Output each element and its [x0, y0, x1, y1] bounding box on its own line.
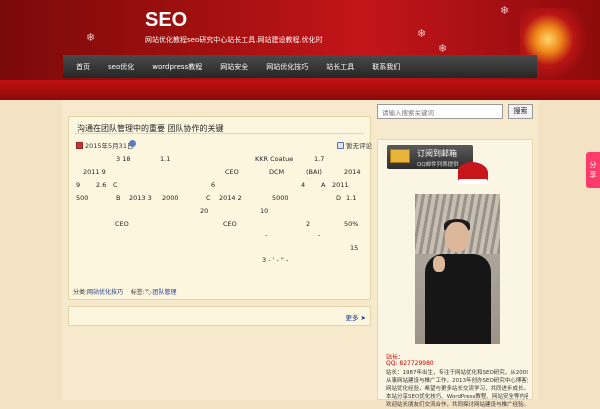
- nav-item-security[interactable]: 网站安全: [211, 62, 257, 72]
- post-body-text: 3 - ' - " -: [262, 256, 289, 264]
- tag-link[interactable]: 团队管理: [152, 289, 176, 296]
- post-body-text: 2.6: [96, 181, 107, 189]
- post-body-text: 2011: [332, 181, 349, 189]
- author-photo: [415, 194, 500, 344]
- header-bottom-bar: [0, 80, 600, 100]
- post-body-text: KKR Coatue: [255, 155, 294, 163]
- post-body-text: CEO: [223, 220, 237, 228]
- post-body-text: DCM: [269, 168, 285, 176]
- nav-item-home[interactable]: 首页: [67, 62, 99, 72]
- main-nav: 首页 seo优化 wordpress教程 网站安全 网站优化技巧 站长工具 联系…: [63, 55, 537, 78]
- post-body-text: 2014 2: [219, 194, 242, 202]
- post-body-text: 4: [301, 181, 306, 189]
- nav-item-wordpress[interactable]: wordpress教程: [143, 62, 211, 72]
- site-description: 网站优化教程seo研究中心站长工具.网站建设教程.优化时: [145, 36, 323, 44]
- comment-icon: [337, 142, 344, 149]
- comments-label[interactable]: 暂无评论: [346, 142, 372, 150]
- photo-hand: [433, 256, 445, 272]
- subscribe-subtitle: QQ邮件列表提供: [417, 162, 459, 168]
- nav-item-tools[interactable]: 站长工具: [317, 62, 363, 72]
- post-body-text: 2: [306, 220, 311, 228]
- more-link[interactable]: 更多 ➤: [345, 312, 366, 322]
- post-body-text: CEO: [225, 168, 239, 176]
- post-footer: 分类:网站优化技巧 标签:🏷团队管理: [73, 287, 176, 296]
- post-body-text: 20: [200, 207, 209, 215]
- site-title[interactable]: SEO: [145, 9, 187, 32]
- share-label: 享: [589, 171, 597, 179]
- pagination-bar: 更多 ➤: [68, 306, 371, 326]
- post-body-text: D: [336, 194, 342, 202]
- post-body-text: (BAI): [306, 168, 322, 176]
- post-body-text: 1.1: [160, 155, 171, 163]
- bio-line: 网站优化经验，希望与更多站长交流学习，共同进步成长。: [386, 386, 528, 392]
- calendar-icon: [76, 142, 83, 149]
- post-comments[interactable]: 暂无评论: [337, 140, 372, 150]
- nav-item-seo[interactable]: seo优化: [99, 62, 143, 72]
- post-author: [129, 140, 138, 148]
- divider: [75, 133, 364, 134]
- snowflake-icon: ❄: [417, 27, 427, 40]
- bio-line: 站长：1987年出生，专注于网站优化和SEO研究，从2009年开始: [386, 370, 528, 376]
- user-icon: [129, 140, 136, 147]
- post-body-text: 15: [350, 244, 359, 252]
- post-card: 沟通在团队管理中的重要 团队协作的关键 2015年5月31日 暂无评论 3 18…: [68, 116, 372, 300]
- category-label: 分类:: [73, 289, 88, 296]
- post-body-text: 1.7: [314, 155, 325, 163]
- subscribe-title[interactable]: 订阅到邮箱: [417, 148, 457, 159]
- envelope-icon: [390, 149, 410, 163]
- post-body-text: A: [321, 181, 326, 189]
- post-date: 2015年5月31日: [76, 140, 133, 150]
- photo-head: [445, 222, 469, 252]
- post-body-text: 1.1: [346, 194, 357, 202]
- tag-label: 标签:: [130, 289, 145, 296]
- bio-line: 从事网站建设与推广工作，2013年创办SEO研究中心博客分享: [386, 378, 528, 384]
- post-body-text: C: [206, 194, 211, 202]
- post-body-text: B: [116, 194, 121, 202]
- share-label: 分: [589, 161, 597, 169]
- post-body-text: -: [318, 231, 321, 239]
- snowflake-icon: ❄: [500, 4, 510, 17]
- post-body-text: 5000: [272, 194, 289, 202]
- post-body-text: CEO: [115, 220, 129, 228]
- snowflake-icon: ❄: [438, 42, 448, 55]
- post-body-text: 2000: [162, 194, 179, 202]
- search-button[interactable]: 搜索: [508, 104, 533, 119]
- post-date-text: 2015年5月31日: [85, 142, 134, 150]
- nav-item-contact[interactable]: 联系我们: [363, 62, 409, 72]
- santa-hat-icon: [458, 162, 488, 184]
- post-body-text: C: [113, 181, 118, 189]
- post-body-text: -: [265, 231, 268, 239]
- post-body-text: 3 18: [116, 155, 131, 163]
- nav-item-tips[interactable]: 网站优化技巧: [257, 62, 317, 72]
- author-bio: 站长：1987年出生，专注于网站优化和SEO研究，从2009年开始 从事网站建设…: [386, 369, 528, 409]
- sidebar: 订阅到邮箱 QQ邮件列表提供 站长： QQ: 827729980 站长：1987…: [377, 139, 533, 408]
- post-body-text: 2013 3: [129, 194, 152, 202]
- snowflake-icon: ❄: [86, 31, 96, 44]
- post-body-text: 2011 9: [83, 168, 106, 176]
- post-body-text: 6: [211, 181, 216, 189]
- category-link[interactable]: 网站优化技巧: [87, 289, 123, 296]
- more-label[interactable]: 更多: [345, 314, 358, 322]
- author-qq: QQ: 827729980: [386, 360, 434, 367]
- post-body-text: 50%: [344, 220, 359, 228]
- site-header: ❄ ❄ ❄ ❄ ❄ SEO 网站优化教程seo研究中心站长工具.网站建设教程.优…: [0, 0, 600, 80]
- share-button[interactable]: 分 享: [586, 152, 600, 188]
- post-body-text: 10: [260, 207, 269, 215]
- post-body-text: 500: [76, 194, 89, 202]
- post-body-text: 9: [76, 181, 81, 189]
- bio-line: 欢迎站长朋友们交流合作，共同探讨网站建设与推广经验。: [386, 402, 528, 408]
- post-body-text: 2014: [344, 168, 361, 176]
- search-input[interactable]: 请输入搜索关键词: [377, 104, 503, 119]
- arrow-right-icon: ➤: [360, 314, 366, 322]
